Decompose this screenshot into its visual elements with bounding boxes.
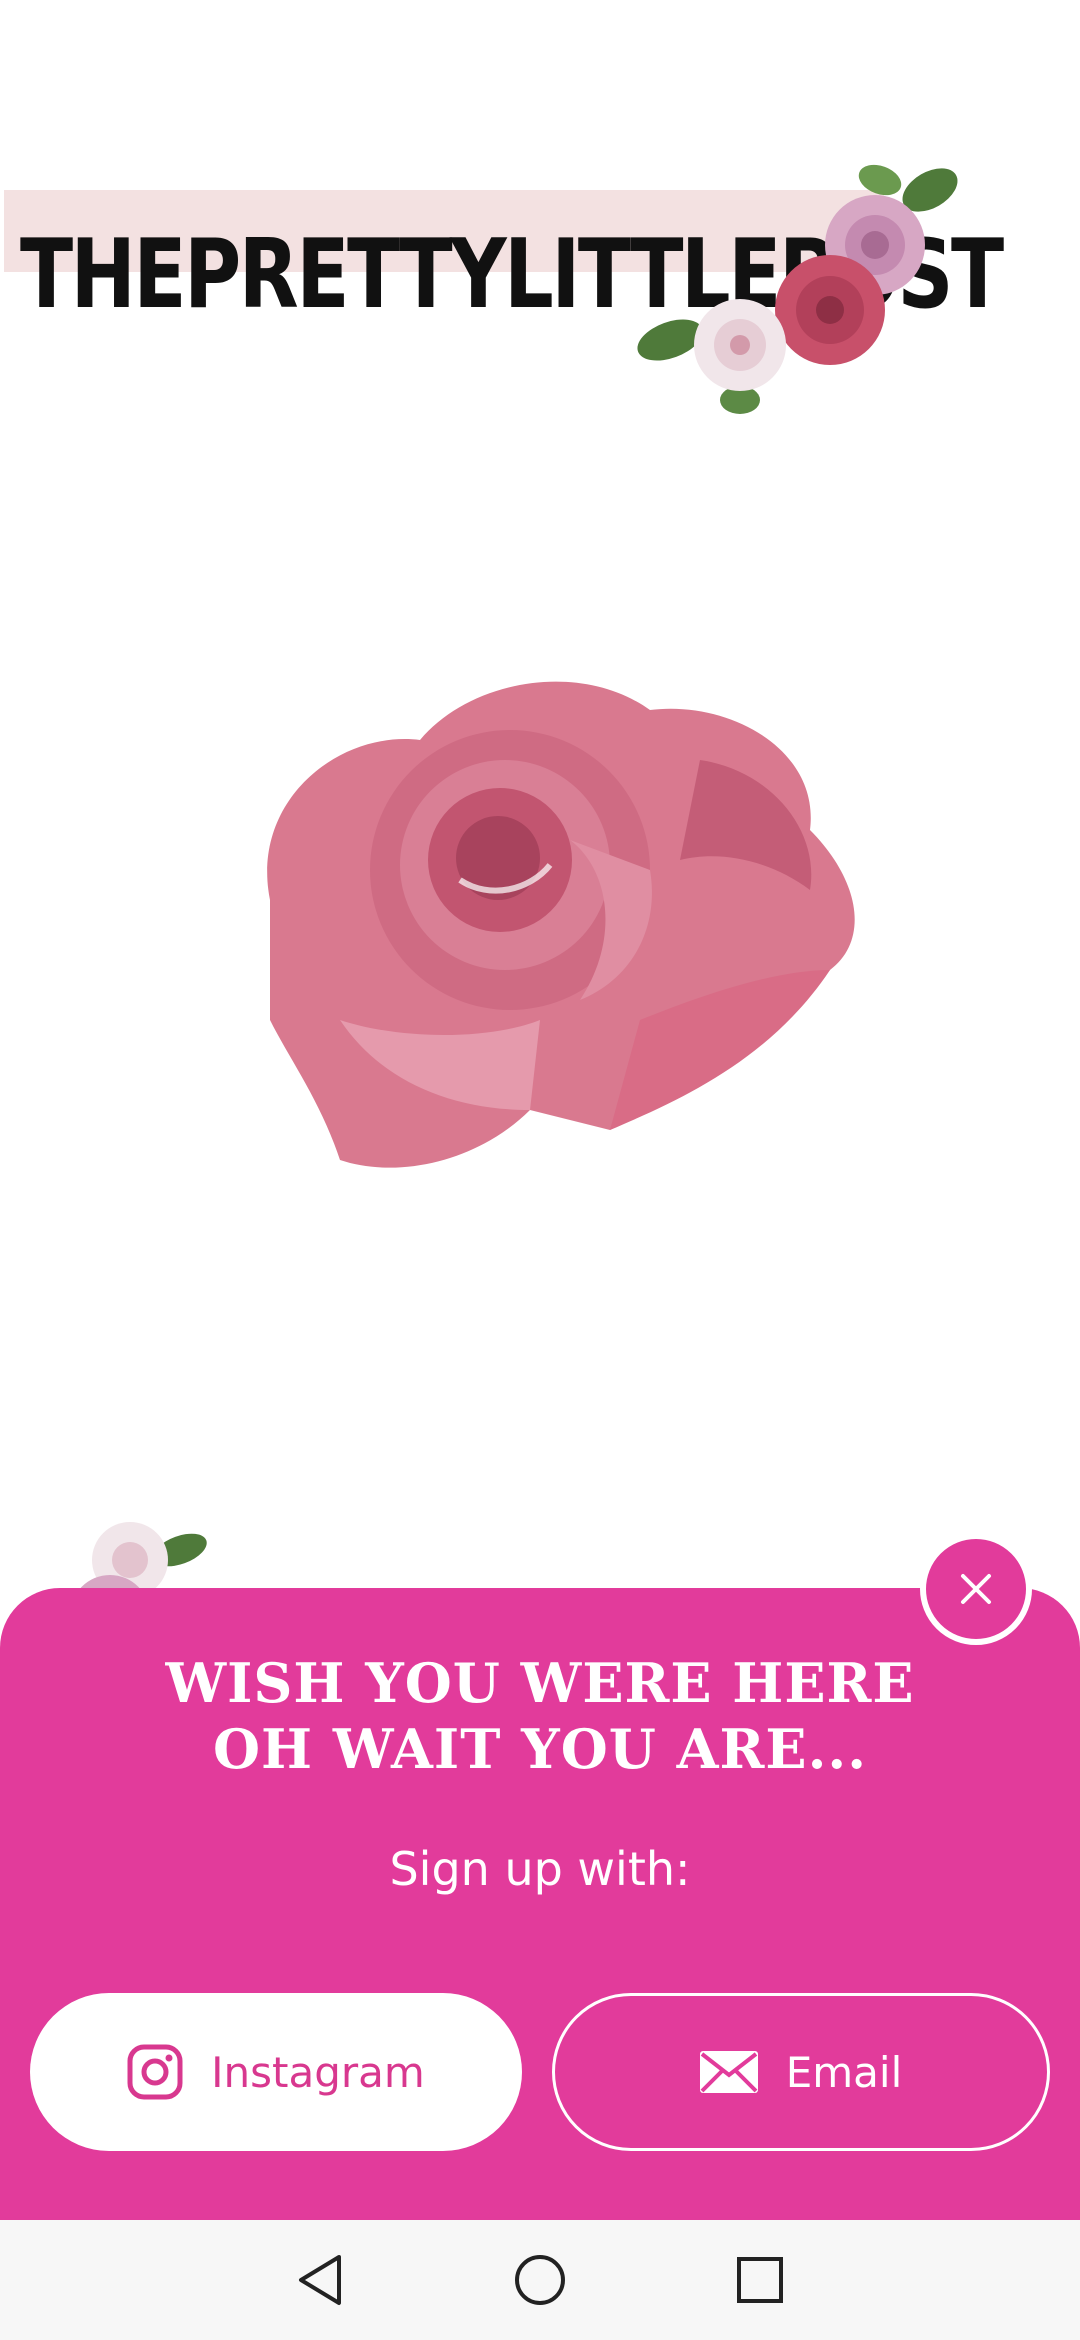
recents-icon[interactable]: [730, 2250, 790, 2310]
headline-line-2: OH WAIT YOU ARE...: [212, 1717, 867, 1781]
system-navigation-bar: [0, 2220, 1080, 2340]
back-icon[interactable]: [290, 2250, 350, 2310]
brand-logo: THEPRETTYLITTLEPOST: [0, 140, 1004, 440]
rose-illustration: [267, 681, 855, 1168]
instagram-signup-button[interactable]: Instagram: [30, 1993, 522, 2151]
instagram-icon: [127, 2044, 183, 2100]
email-signup-button[interactable]: Email: [552, 1993, 1050, 2151]
instagram-button-label: Instagram: [211, 2047, 425, 2097]
email-button-label: Email: [785, 2047, 903, 2097]
close-icon: [961, 1574, 991, 1604]
close-button[interactable]: [920, 1533, 1032, 1645]
home-icon[interactable]: [510, 2250, 570, 2310]
signup-label: Sign up with:: [389, 1842, 691, 1896]
logo-roses-illustration: [637, 164, 958, 414]
headline-line-1: WISH YOU WERE HERE: [165, 1651, 915, 1715]
popup-headline: WISH YOU WERE HERE OH WAIT YOU ARE...: [60, 1650, 1020, 1782]
envelope-icon: [699, 2051, 758, 2093]
